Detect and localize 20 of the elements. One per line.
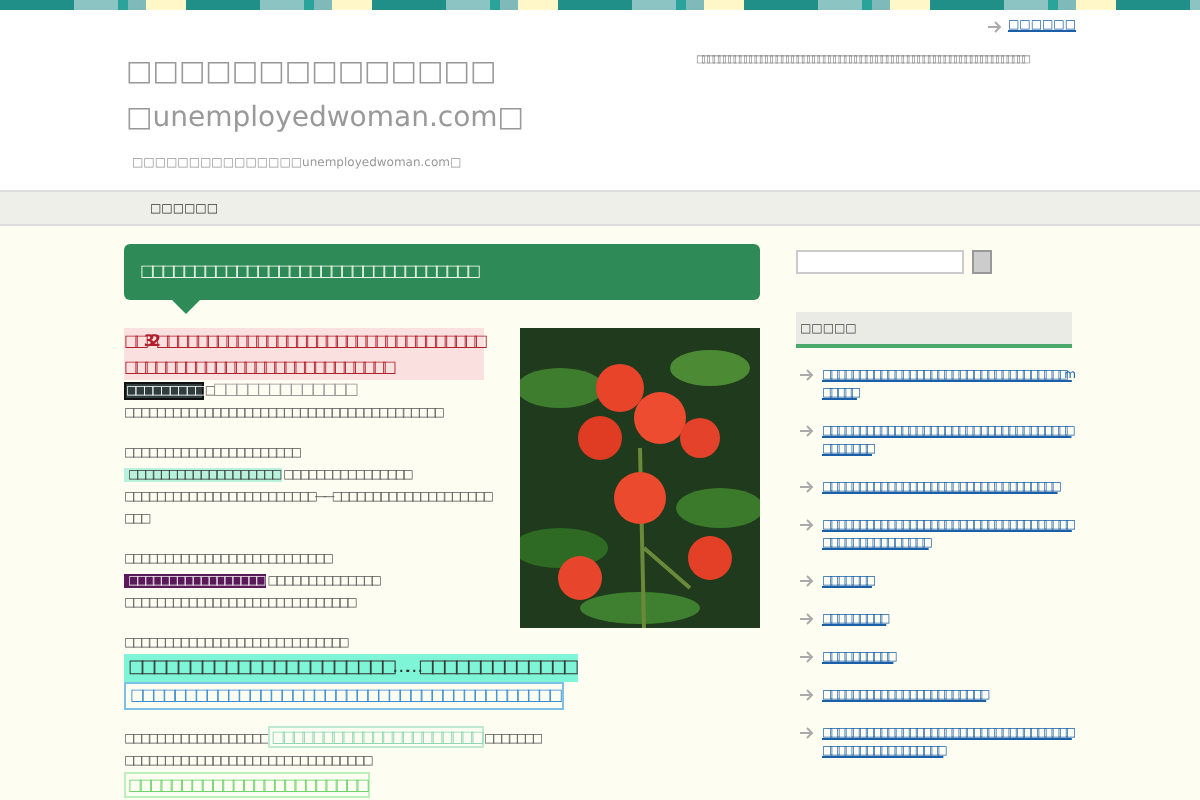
highlighted-text: □□□□□□□□□□□□□□□□□□□□□□□	[124, 772, 370, 798]
arrow-icon	[800, 688, 814, 702]
highlighted-text: □□□□□□□□□□□□□□□□□□□□□	[267, 726, 484, 748]
highlighted-text: □□32□□□□□□□□□□□□□□□□□□□□□□□□□□□□□□□□□□□□□□□□□□□□□□□□□□□□□□□□□□□□	[124, 328, 484, 380]
arrow-icon	[800, 368, 814, 382]
post-title: □□□□□□□□□□□□□□□□□□□□□□□□□□□□□□□□	[124, 244, 760, 300]
arrow-icon	[800, 480, 814, 494]
search-button[interactable]	[972, 250, 992, 274]
arrow-icon	[800, 650, 814, 664]
highlighted-text: □□□□□□□□□□□□□	[212, 380, 355, 398]
arrow-icon	[800, 612, 814, 626]
title-pointer	[172, 300, 200, 314]
arrow-icon	[800, 518, 814, 532]
arrow-icon	[800, 726, 814, 740]
highlighted-text: □□□□□□□□□□□□□□□□□□□□□□□□□□□□□□□□□□□□□□□□	[124, 682, 565, 710]
arrow-icon	[987, 19, 1002, 33]
highlighted-text: □□□□□□□□□□□□□□□□□□□□□□……□□□□□□□□□□□□□	[124, 654, 579, 682]
arrow-icon	[800, 424, 814, 438]
search-field[interactable]	[796, 250, 964, 274]
arrow-icon	[800, 574, 814, 588]
